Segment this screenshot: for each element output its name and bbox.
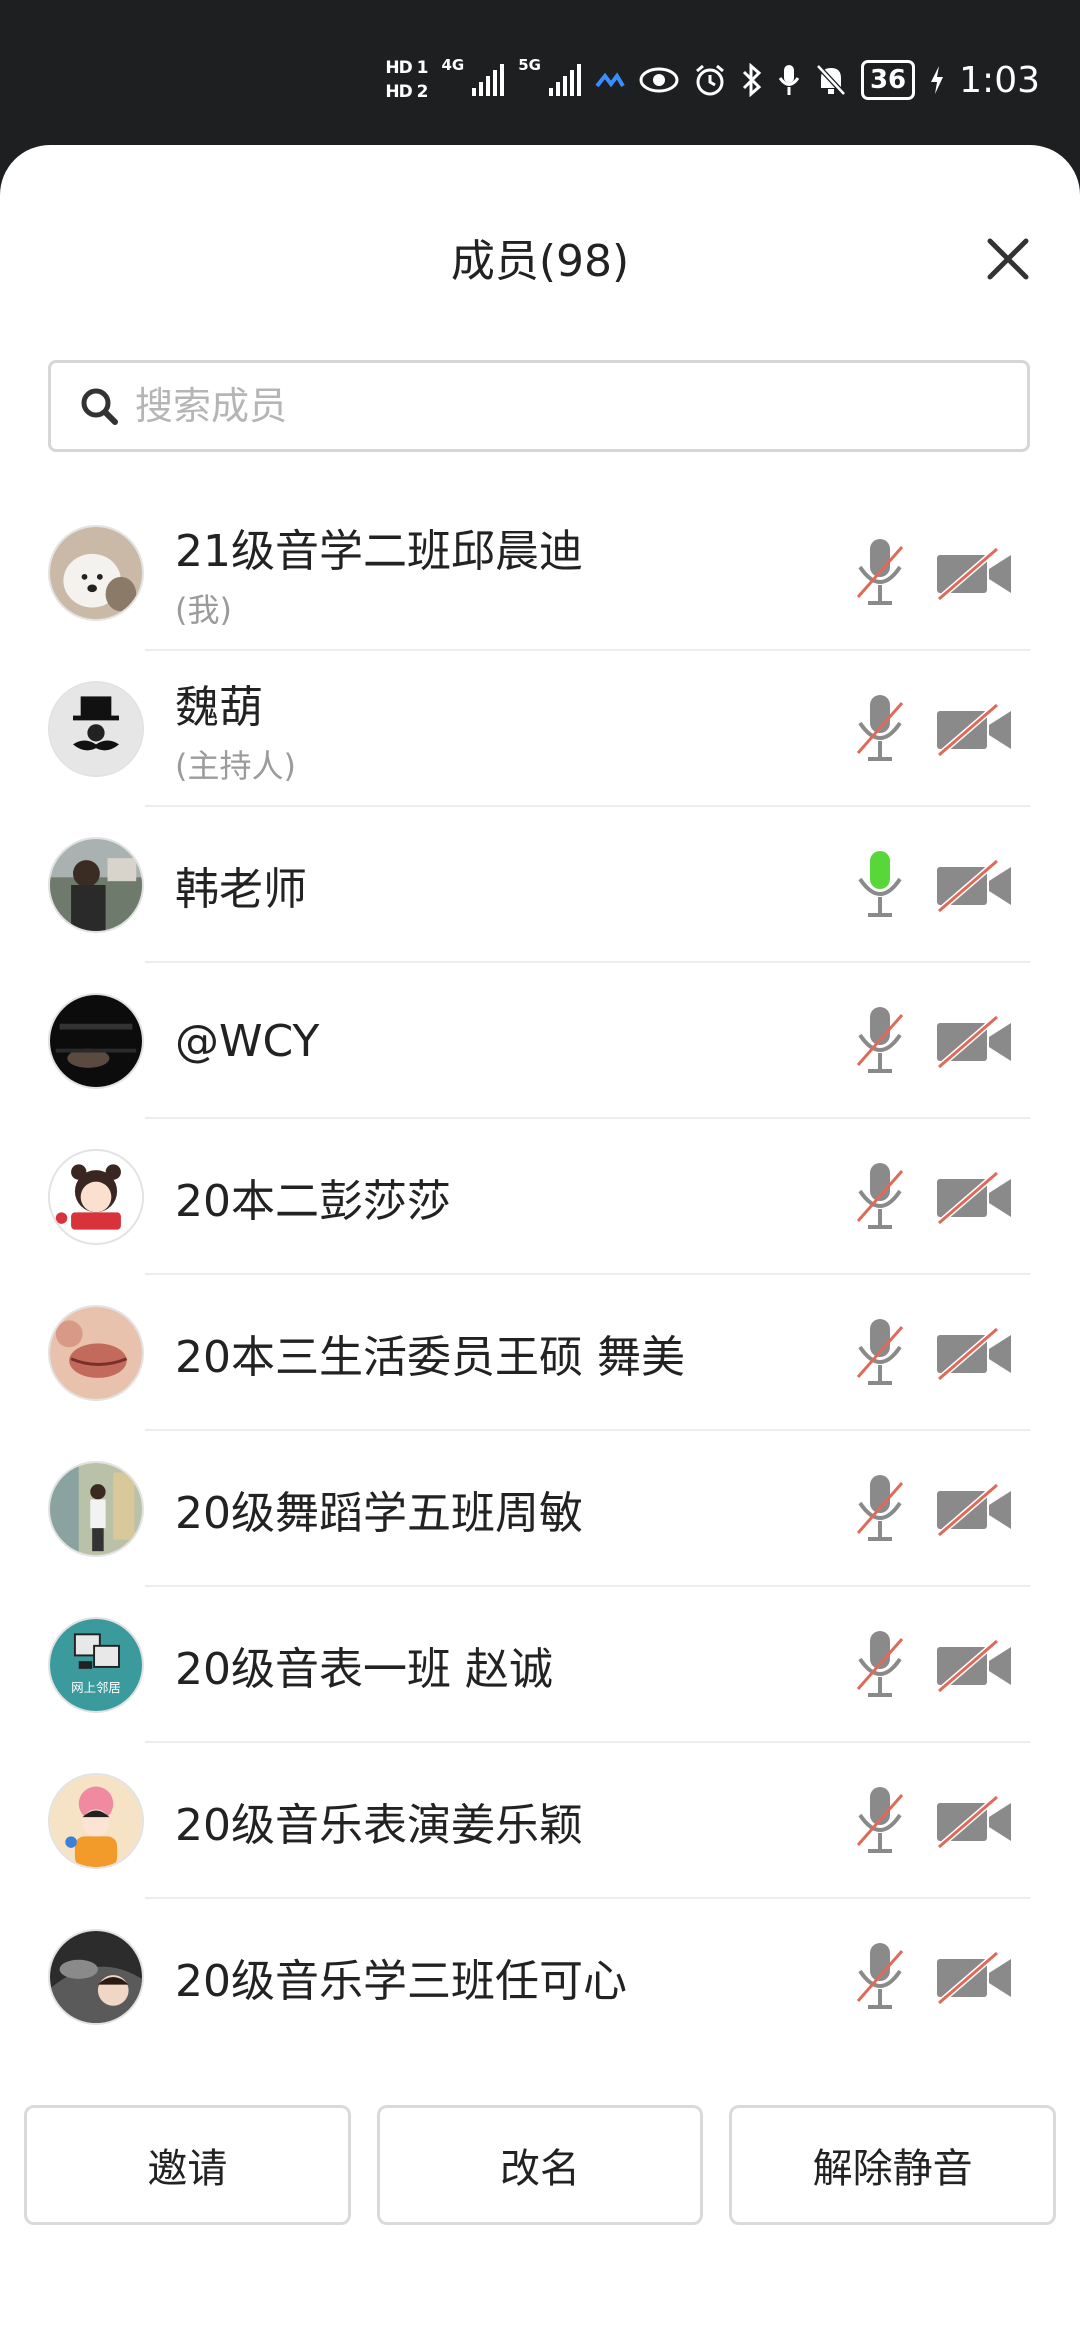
avatar (48, 525, 144, 621)
member-name: 20本三生活委员王硕 舞美 (175, 1332, 685, 1383)
alarm-icon (696, 64, 724, 96)
avatar (48, 1461, 144, 1557)
avatar (48, 1929, 144, 2025)
battery-indicator: 36 (860, 60, 916, 100)
search-input[interactable] (133, 383, 1027, 429)
member-row[interactable]: 20本二彭莎莎 (0, 1119, 1080, 1275)
member-info: 20级舞蹈学五班周敏 (175, 1431, 583, 1587)
member-info: 韩老师 (175, 807, 307, 963)
member-name: 20级音乐表演姜乐颖 (175, 1800, 583, 1851)
member-role: (主持人) (175, 747, 296, 785)
member-row[interactable]: 20级舞蹈学五班周敏 (0, 1431, 1080, 1587)
status-bar: HD 1 HD 2 4G 5G 36 1:03 (0, 0, 1080, 145)
member-role: (我) (175, 591, 232, 629)
mic-muted-icon[interactable] (852, 1783, 908, 1859)
unmute-all-button[interactable]: 解除静音 (729, 2105, 1057, 2225)
signal-1-icon (472, 64, 505, 96)
member-name: 韩老师 (175, 864, 307, 915)
avatar: 网上邻居 (48, 1617, 144, 1713)
member-name: 20本二彭莎莎 (175, 1176, 451, 1227)
camera-off-icon[interactable] (935, 857, 1013, 913)
camera-off-icon[interactable] (935, 1325, 1013, 1381)
status-icons: HD 1 HD 2 4G 5G 36 1:03 (385, 50, 1040, 110)
member-info: 21级音学二班邱晨迪 (我) (175, 495, 583, 651)
charging-icon (931, 66, 944, 94)
avatar (48, 837, 144, 933)
hd2-label: HD 2 (385, 82, 428, 102)
mic-muted-icon[interactable] (852, 535, 908, 611)
search-icon (81, 388, 118, 425)
member-info: 20级音表一班 赵诚 (175, 1587, 553, 1743)
bluetooth-icon (742, 63, 762, 97)
camera-off-icon[interactable] (935, 1949, 1013, 2005)
member-row[interactable]: 魏葫 (主持人) (0, 651, 1080, 807)
hd1-label: HD 1 (385, 58, 428, 78)
member-row[interactable]: 韩老师 (0, 807, 1080, 963)
search-box[interactable] (48, 360, 1030, 452)
action-bar: 邀请 改名 解除静音 (24, 2105, 1057, 2225)
member-info: 20级音乐表演姜乐颖 (175, 1743, 583, 1899)
mic-status-icon (778, 65, 800, 95)
avatar (48, 1305, 144, 1401)
member-name: 20级音乐学三班任可心 (175, 1956, 627, 2007)
bell-off-icon (816, 64, 846, 96)
camera-off-icon[interactable] (935, 1169, 1013, 1225)
signal-2-icon (548, 64, 581, 96)
avatar (48, 1149, 144, 1245)
member-row[interactable]: 20级音乐学三班任可心 (0, 1899, 1080, 2055)
page-title: 成员(98) (450, 236, 630, 287)
mic-muted-icon[interactable] (852, 1315, 908, 1391)
member-name: 20级舞蹈学五班周敏 (175, 1488, 583, 1539)
member-name: 21级音学二班邱晨迪 (175, 526, 583, 577)
member-name: 20级音表一班 赵诚 (175, 1644, 553, 1695)
camera-off-icon[interactable] (935, 1013, 1013, 1069)
camera-off-icon[interactable] (935, 1793, 1013, 1849)
network-type-2: 5G (518, 56, 541, 74)
avatar-label: 网上邻居 (71, 1680, 121, 1695)
rename-button[interactable]: 改名 (376, 2105, 704, 2225)
close-icon (987, 238, 1029, 280)
member-name: 魏葫 (175, 682, 263, 733)
eye-icon (639, 67, 679, 93)
mic-muted-icon[interactable] (852, 1627, 908, 1703)
invite-button[interactable]: 邀请 (24, 2105, 351, 2225)
app-notification-icon (595, 72, 625, 88)
members-sheet: 成员(98) 21级音学二班邱晨迪 (我) 魏葫 (0, 145, 1080, 2340)
mic-muted-icon[interactable] (852, 1159, 908, 1235)
camera-off-icon[interactable] (935, 1481, 1013, 1537)
camera-off-icon[interactable] (935, 545, 1013, 601)
mic-muted-icon[interactable] (852, 1003, 908, 1079)
member-list: 21级音学二班邱晨迪 (我) 魏葫 (主持人) 韩老师 @WCY 20本二彭莎莎… (0, 495, 1080, 2055)
avatar (48, 681, 144, 777)
mic-muted-icon[interactable] (852, 1471, 908, 1547)
network-type-1: 4G (441, 56, 465, 74)
member-info: 20级音乐学三班任可心 (175, 1899, 627, 2055)
mic-muted-icon[interactable] (852, 1939, 908, 2015)
member-row[interactable]: 20级音乐表演姜乐颖 (0, 1743, 1080, 1899)
close-button[interactable] (976, 227, 1040, 291)
hd-indicators: HD 1 HD 2 (385, 58, 428, 102)
member-row[interactable]: 网上邻居 20级音表一班 赵诚 (0, 1587, 1080, 1743)
camera-off-icon[interactable] (935, 701, 1013, 757)
member-row[interactable]: 21级音学二班邱晨迪 (我) (0, 495, 1080, 651)
mic-muted-icon[interactable] (852, 691, 908, 767)
mic-speaking-icon[interactable] (852, 847, 908, 923)
avatar (48, 993, 144, 1089)
member-info: 魏葫 (主持人) (175, 651, 296, 807)
member-row[interactable]: @WCY (0, 963, 1080, 1119)
member-info: 20本三生活委员王硕 舞美 (175, 1275, 685, 1431)
member-info: @WCY (175, 963, 319, 1119)
member-info: 20本二彭莎莎 (175, 1119, 451, 1275)
member-name: @WCY (175, 1015, 320, 1067)
avatar (48, 1773, 144, 1869)
camera-off-icon[interactable] (935, 1637, 1013, 1693)
clock: 1:03 (959, 59, 1040, 101)
member-row[interactable]: 20本三生活委员王硕 舞美 (0, 1275, 1080, 1431)
